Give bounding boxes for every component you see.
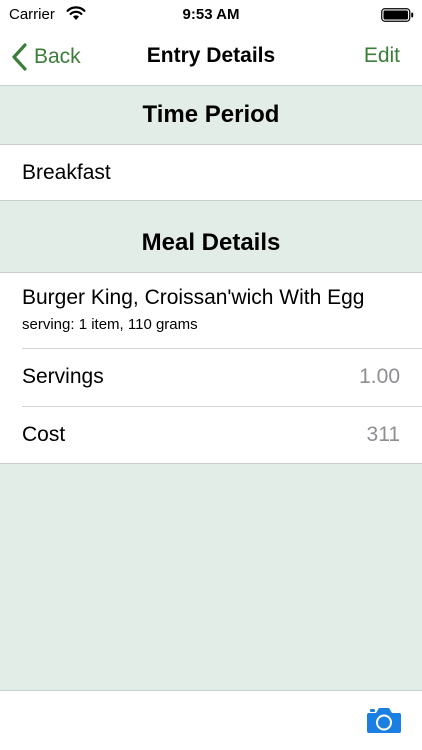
food-item-row[interactable]: Burger King, Croissan'wich With Egg serv…	[0, 273, 422, 348]
time-period-row[interactable]: Breakfast	[0, 145, 422, 201]
food-name: Burger King, Croissan'wich With Egg	[22, 286, 365, 309]
status-bar: Carrier 9:53 AM	[0, 0, 422, 30]
food-serving-info: serving: 1 item, 110 grams	[22, 316, 198, 333]
page-title: Entry Details	[146, 44, 276, 67]
edit-button[interactable]: Edit	[364, 44, 400, 68]
servings-row[interactable]: Servings 1.00	[0, 349, 422, 406]
status-time: 9:53 AM	[182, 6, 240, 23]
servings-label: Servings	[22, 365, 104, 388]
section-header-meal-details: Meal Details	[141, 229, 281, 256]
screen: Carrier 9:53 AM Back Entry Details Edit …	[0, 0, 422, 750]
cost-value: 311	[366, 423, 400, 446]
time-period-group: Breakfast	[0, 144, 422, 201]
time-period-value: Breakfast	[22, 161, 111, 184]
battery-icon	[381, 8, 414, 22]
servings-value: 1.00	[359, 365, 400, 388]
section-header-time-period: Time Period	[142, 101, 280, 128]
camera-icon[interactable]	[366, 705, 402, 735]
cost-row[interactable]: Cost 311	[0, 407, 422, 464]
navigation-bar: Back Entry Details Edit	[0, 30, 422, 86]
bottom-toolbar	[0, 690, 422, 750]
meal-details-group: Burger King, Croissan'wich With Egg serv…	[0, 272, 422, 464]
cost-label: Cost	[22, 423, 66, 446]
